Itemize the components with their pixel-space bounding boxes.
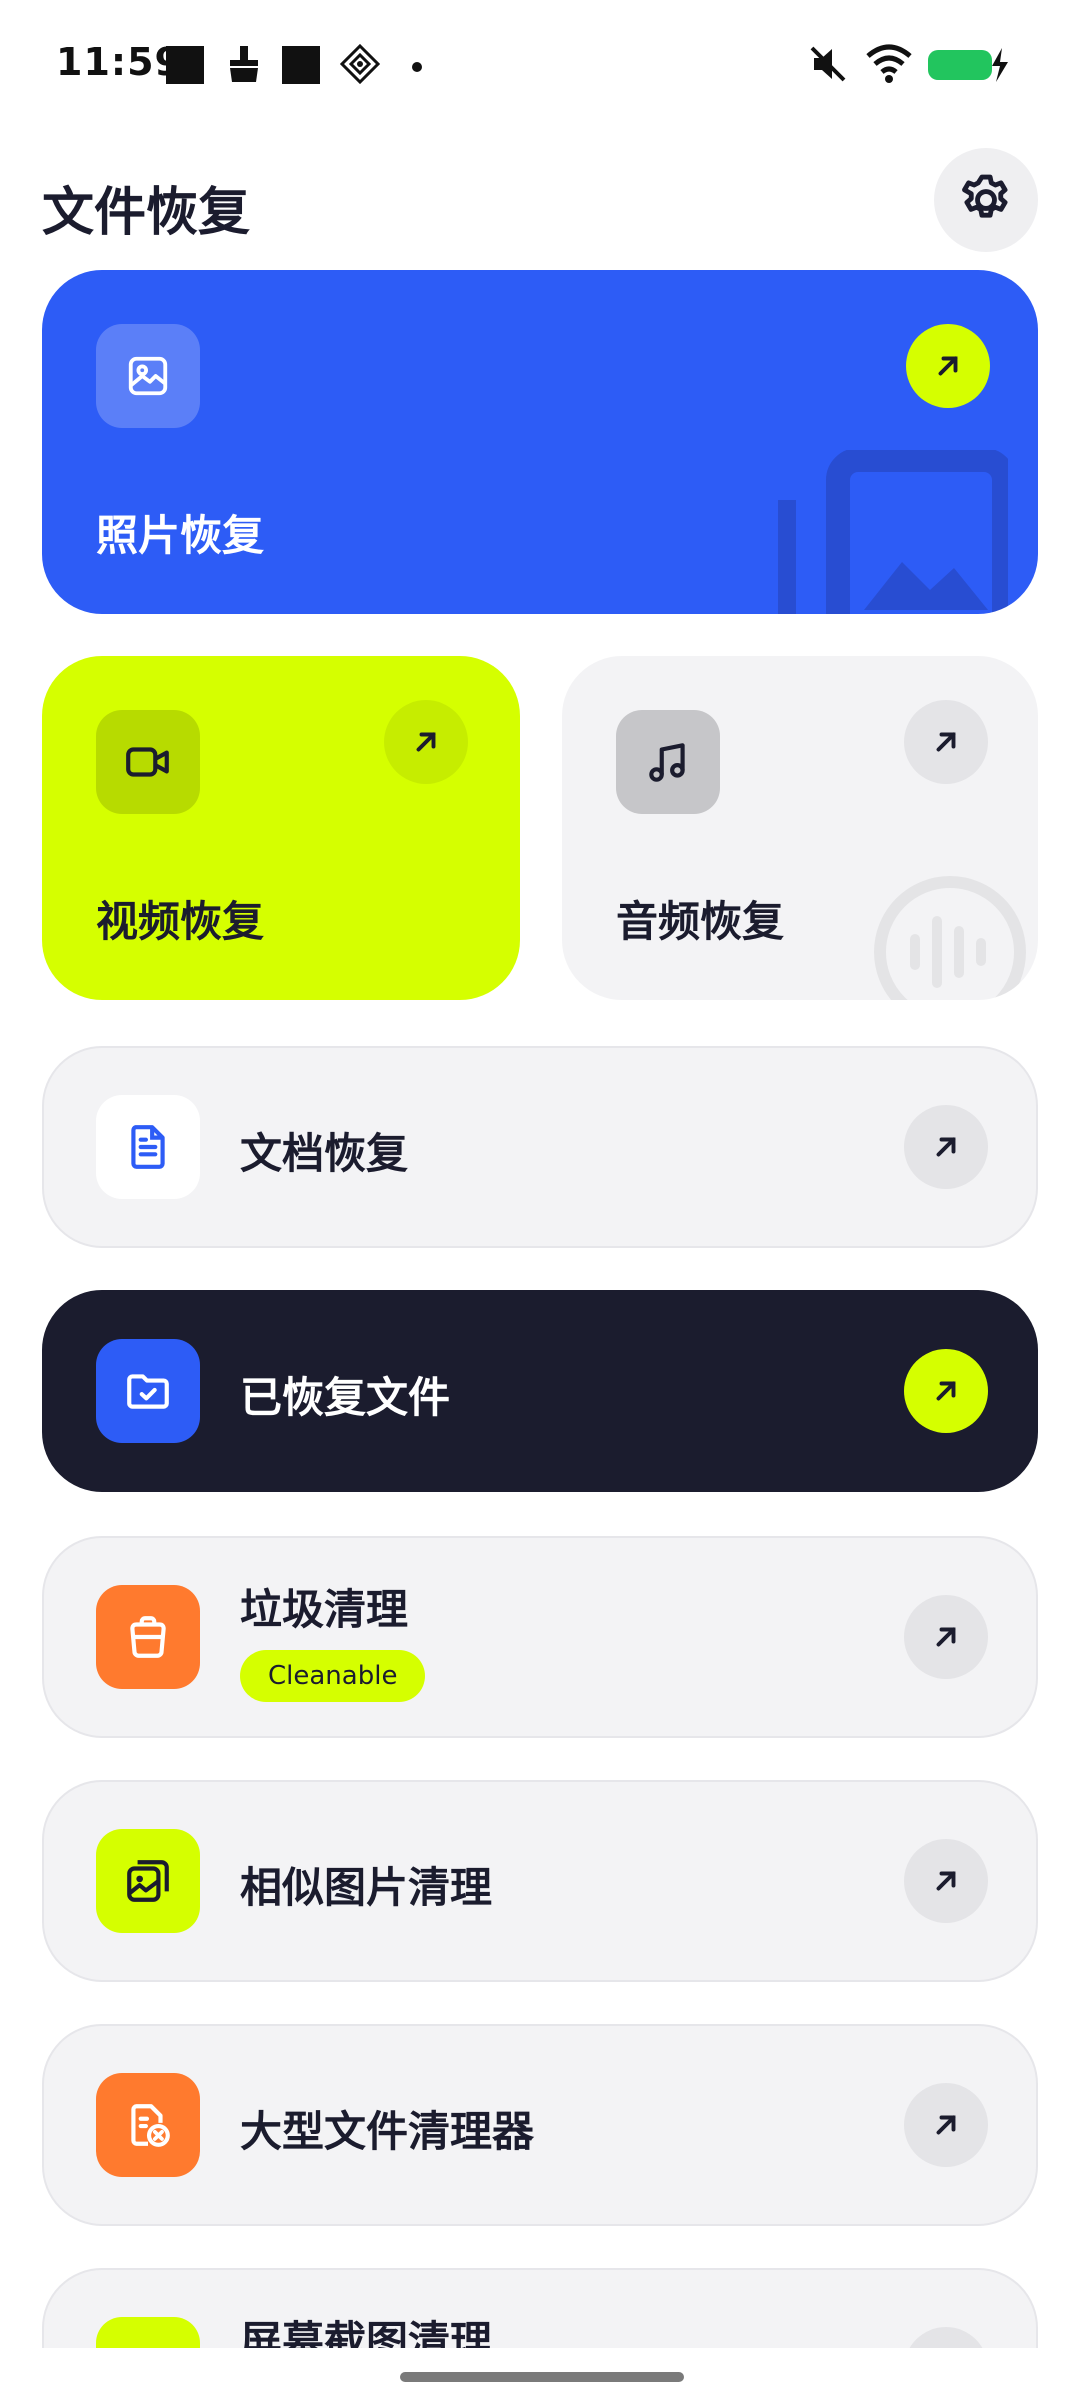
page-title: 文件恢复 xyxy=(42,183,251,243)
document-recovery-row[interactable]: 文档恢复 xyxy=(42,1046,1038,1248)
row-label: 已恢复文件 xyxy=(240,1373,451,1422)
arrow-up-right-icon xyxy=(936,1871,956,1891)
row-label: 大型文件清理器 xyxy=(240,2107,535,2156)
diamond-grid-icon xyxy=(340,44,380,84)
junk-icon-box xyxy=(96,1585,200,1689)
screenshot-icon-box xyxy=(96,2317,200,2348)
screenshot-icon xyxy=(123,2344,173,2348)
mute-icon xyxy=(810,46,846,82)
audio-recovery-card[interactable]: 音频恢复 xyxy=(562,656,1038,1000)
screenshot-clean-row[interactable]: 屏幕截图清理 xyxy=(42,2268,1038,2348)
audio-recovery-label: 音频恢复 xyxy=(616,897,785,946)
video-recovery-label: 视频恢复 xyxy=(96,897,265,946)
screen-content: 11:59 文件恢复 照片恢复 视频恢复 音频恢复 文档恢复 已恢复文件 垃圾清… xyxy=(0,0,1080,2348)
broom-icon xyxy=(230,46,258,82)
junk-open-button[interactable] xyxy=(904,1595,988,1679)
trash-bag-icon xyxy=(130,1616,166,1658)
notification-square-icon xyxy=(282,46,320,84)
arrow-up-right-icon xyxy=(938,356,958,376)
photo-open-button[interactable] xyxy=(906,324,990,408)
audio-icon-box xyxy=(616,710,720,814)
status-time: 11:59 xyxy=(56,40,182,84)
photo-recovery-card[interactable]: 照片恢复 xyxy=(42,270,1038,614)
video-icon-box xyxy=(96,710,200,814)
similar-images-icon-box xyxy=(96,1829,200,1933)
arrow-up-right-icon xyxy=(936,1381,956,1401)
video-open-button[interactable] xyxy=(384,700,468,784)
arrow-up-right-icon xyxy=(936,2115,956,2135)
similar-images-icon xyxy=(127,1860,169,1902)
video-recovery-card[interactable]: 视频恢复 xyxy=(42,656,520,1000)
dot-icon xyxy=(412,62,422,72)
arrow-up-right-icon xyxy=(936,1627,956,1647)
status-bar: 11:59 xyxy=(0,0,1080,130)
photo-recovery-label: 照片恢复 xyxy=(96,511,265,560)
arrow-up-right-icon xyxy=(936,732,956,752)
image-icon xyxy=(128,356,168,396)
recovered-icon-box xyxy=(96,1339,200,1443)
row-label: 文档恢复 xyxy=(240,1129,409,1178)
row-label: 垃圾清理 xyxy=(240,1585,409,1634)
large-file-open-button[interactable] xyxy=(904,2083,988,2167)
large-file-icon-box xyxy=(96,2073,200,2177)
audio-watermark-icon xyxy=(874,876,1026,1000)
arrow-up-right-icon xyxy=(936,1137,956,1157)
arrow-up-right-icon xyxy=(416,732,436,752)
settings-button[interactable] xyxy=(934,148,1038,252)
recovered-files-row[interactable]: 已恢复文件 xyxy=(42,1290,1038,1492)
gesture-navigation-bar[interactable] xyxy=(400,2372,684,2382)
audio-open-button[interactable] xyxy=(904,700,988,784)
gear-icon xyxy=(962,174,1008,218)
folder-check-icon xyxy=(127,1374,169,1409)
document-icon-box xyxy=(96,1095,200,1199)
junk-clean-row[interactable]: 垃圾清理 Cleanable xyxy=(42,1536,1038,1738)
music-note-icon xyxy=(649,743,685,782)
battery-charging-icon xyxy=(928,48,1008,82)
row-label: 相似图片清理 xyxy=(240,1863,493,1912)
wifi-icon xyxy=(866,44,912,83)
document-icon xyxy=(131,1125,165,1169)
file-remove-icon xyxy=(131,2104,170,2147)
photo-icon-box xyxy=(96,324,200,428)
similar-images-row[interactable]: 相似图片清理 xyxy=(42,1780,1038,1982)
photo-watermark-icon xyxy=(778,450,1008,614)
notification-square-icon xyxy=(166,46,204,84)
recovered-open-button[interactable] xyxy=(904,1349,988,1433)
row-label: 屏幕截图清理 xyxy=(240,2317,493,2348)
similar-images-open-button[interactable] xyxy=(904,1839,988,1923)
screenshot-open-button[interactable] xyxy=(904,2327,988,2348)
document-open-button[interactable] xyxy=(904,1105,988,1189)
cleanable-badge: Cleanable xyxy=(240,1650,426,1702)
video-camera-icon xyxy=(126,747,169,777)
large-file-cleaner-row[interactable]: 大型文件清理器 xyxy=(42,2024,1038,2226)
